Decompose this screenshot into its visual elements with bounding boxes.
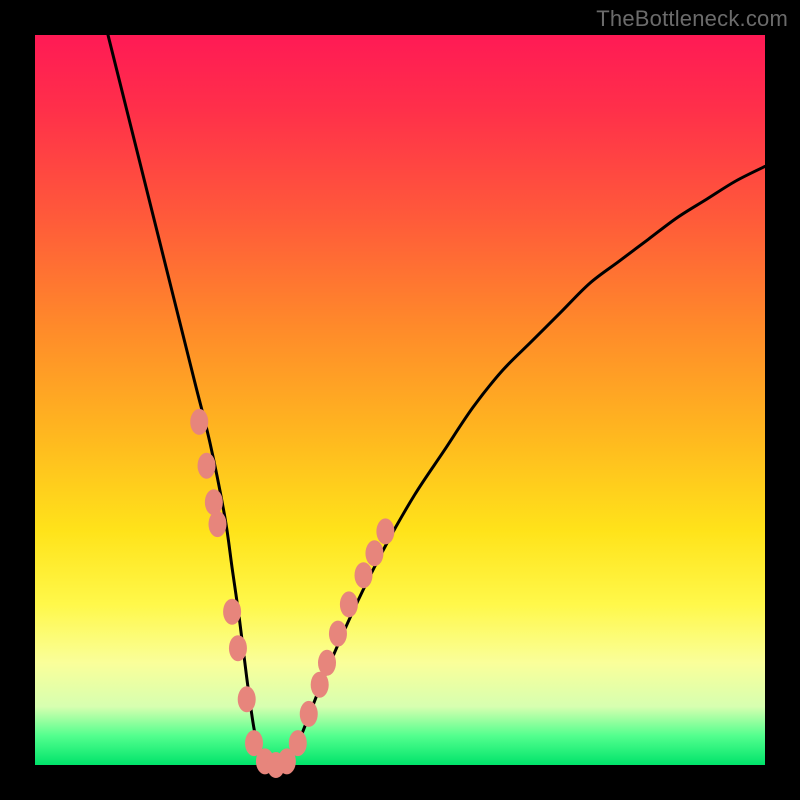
watermark-label: TheBottleneck.com bbox=[596, 6, 788, 32]
curve-marker bbox=[209, 511, 227, 537]
curve-marker bbox=[355, 562, 373, 588]
curve-marker bbox=[300, 701, 318, 727]
curve-markers bbox=[190, 409, 394, 778]
curve-marker bbox=[365, 540, 383, 566]
curve-marker bbox=[289, 730, 307, 756]
plot-area bbox=[35, 35, 765, 765]
curve-marker bbox=[318, 650, 336, 676]
curve-marker bbox=[376, 518, 394, 544]
curve-marker bbox=[238, 686, 256, 712]
curve-marker bbox=[229, 635, 247, 661]
curve-marker bbox=[190, 409, 208, 435]
chart-frame: TheBottleneck.com bbox=[0, 0, 800, 800]
curve-marker bbox=[340, 591, 358, 617]
bottleneck-curve bbox=[108, 35, 765, 767]
curve-marker bbox=[198, 453, 216, 479]
curve-marker bbox=[223, 599, 241, 625]
curve-svg bbox=[35, 35, 765, 765]
curve-marker bbox=[205, 489, 223, 515]
curve-marker bbox=[329, 621, 347, 647]
